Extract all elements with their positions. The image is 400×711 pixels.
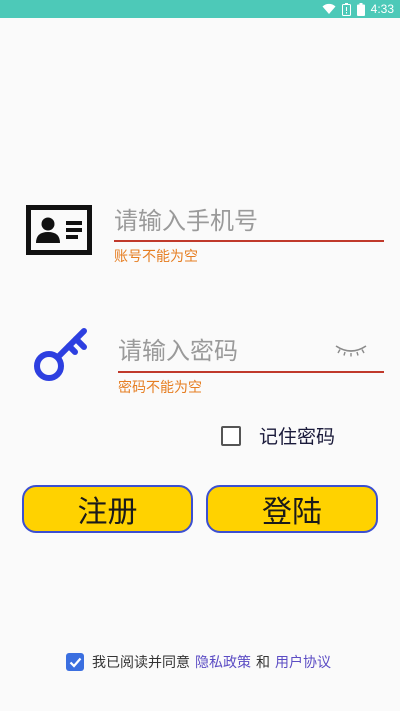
phone-underline bbox=[114, 240, 384, 242]
battery-icon bbox=[356, 2, 365, 16]
login-button[interactable]: 登陆 bbox=[206, 485, 378, 533]
wifi-icon bbox=[322, 3, 336, 15]
password-input[interactable] bbox=[118, 335, 328, 367]
phone-error: 账号不能为空 bbox=[114, 249, 198, 265]
password-error: 密码不能为空 bbox=[118, 380, 202, 396]
battery-alert-icon bbox=[341, 2, 351, 16]
agreement-row: 我已阅读并同意 隐私政策 和 用户协议 bbox=[66, 652, 331, 672]
agreement-text: 我已阅读并同意 bbox=[92, 655, 190, 671]
phone-input[interactable] bbox=[114, 205, 382, 237]
privacy-policy-link[interactable]: 隐私政策 bbox=[195, 652, 251, 672]
remember-label: 记住密码 bbox=[259, 426, 336, 448]
check-icon bbox=[69, 657, 81, 668]
agreement-and: 和 bbox=[256, 655, 270, 671]
id-card-icon bbox=[26, 205, 92, 259]
register-button[interactable]: 注册 bbox=[22, 485, 193, 533]
status-icons: 4:33 bbox=[322, 0, 394, 18]
status-time: 4:33 bbox=[370, 2, 394, 16]
eye-closed-icon[interactable] bbox=[334, 342, 368, 362]
agreement-checkbox[interactable] bbox=[66, 653, 84, 671]
password-underline bbox=[118, 371, 384, 373]
user-agreement-link[interactable]: 用户协议 bbox=[275, 652, 331, 672]
remember-checkbox[interactable] bbox=[221, 426, 241, 446]
status-bar: 4:33 bbox=[0, 0, 400, 18]
key-icon bbox=[32, 322, 94, 388]
